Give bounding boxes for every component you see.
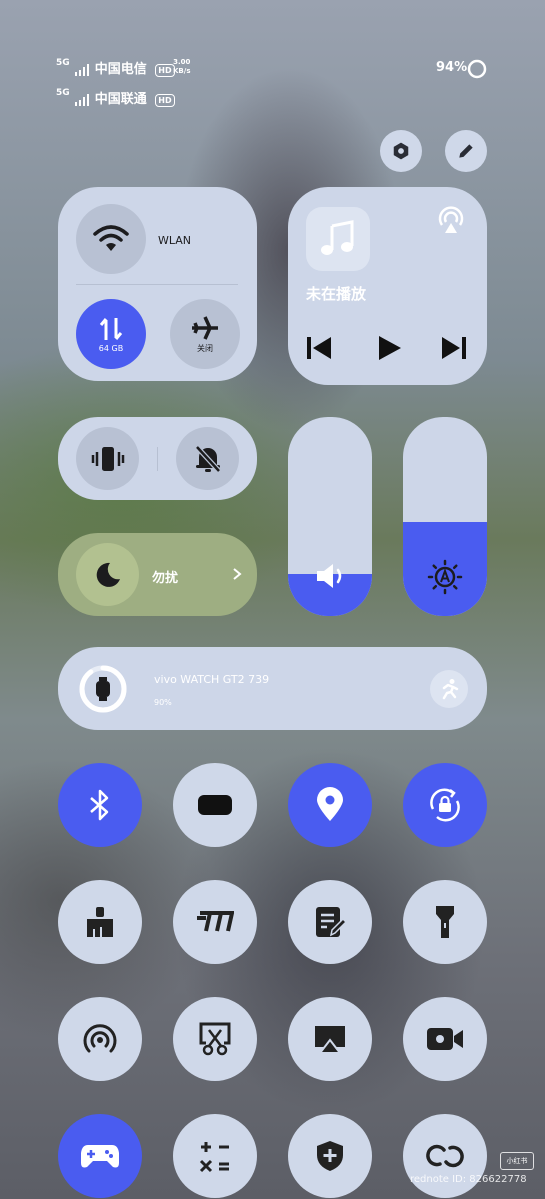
dnd-label: 勿扰 bbox=[152, 571, 179, 586]
network-type: 5G bbox=[56, 88, 70, 98]
rectangle-tile[interactable] bbox=[173, 763, 257, 847]
location-toggle[interactable] bbox=[288, 763, 372, 847]
dnd-toggle[interactable] bbox=[76, 543, 139, 606]
media-status: 未在播放 bbox=[306, 285, 367, 303]
sound-mode-panel bbox=[58, 417, 257, 500]
battery-ring-icon bbox=[467, 59, 487, 79]
vibrate-toggle[interactable] bbox=[76, 427, 139, 490]
note-tile[interactable] bbox=[288, 880, 372, 964]
airplane-icon bbox=[192, 315, 218, 340]
hd-badge: HD bbox=[155, 94, 175, 107]
mute-toggle[interactable] bbox=[176, 427, 239, 490]
media-panel: 未在播放 bbox=[288, 187, 487, 385]
auto-brightness-icon bbox=[427, 559, 463, 595]
game-tile[interactable] bbox=[58, 1114, 142, 1198]
watermark-logo: 小红书 bbox=[500, 1152, 534, 1170]
m-icon bbox=[197, 911, 234, 932]
rotation-lock-icon bbox=[430, 788, 460, 822]
next-icon[interactable] bbox=[441, 336, 467, 360]
music-note-icon bbox=[321, 220, 354, 255]
bluetooth-icon bbox=[90, 789, 109, 821]
note-icon bbox=[316, 907, 347, 937]
play-icon[interactable] bbox=[377, 335, 403, 361]
link-icon bbox=[426, 1144, 464, 1168]
divider bbox=[157, 447, 158, 471]
location-icon bbox=[317, 787, 343, 821]
connectivity-panel: WLAN 64 GB 关闭 bbox=[58, 187, 257, 381]
cleanup-tile[interactable] bbox=[58, 880, 142, 964]
screen-cast-icon bbox=[315, 1026, 345, 1054]
settings-button[interactable] bbox=[380, 130, 422, 172]
cast-icon[interactable] bbox=[436, 205, 466, 235]
previous-icon[interactable] bbox=[306, 336, 332, 360]
game-icon bbox=[81, 1145, 119, 1168]
edit-button[interactable] bbox=[445, 130, 487, 172]
wlan-label: WLAN bbox=[158, 234, 192, 247]
hotspot-icon bbox=[83, 1024, 117, 1053]
flashlight-tile[interactable] bbox=[403, 880, 487, 964]
volume-slider[interactable] bbox=[288, 417, 372, 616]
status-sim2: 5G 中国联通 HD bbox=[56, 88, 175, 107]
airplane-label: 关闭 bbox=[197, 343, 213, 353]
hotspot-tile[interactable] bbox=[58, 997, 142, 1081]
m-tile[interactable] bbox=[173, 880, 257, 964]
battery-percent: 94% bbox=[436, 60, 468, 75]
broom-icon bbox=[87, 907, 113, 937]
watch-icon bbox=[96, 677, 110, 701]
calculator-tile[interactable] bbox=[173, 1114, 257, 1198]
screenshot-icon bbox=[199, 1022, 231, 1056]
bluetooth-toggle[interactable] bbox=[58, 763, 142, 847]
dnd-panel[interactable]: 勿扰 bbox=[58, 533, 257, 616]
screen-record-icon bbox=[427, 1028, 463, 1050]
speaker-icon bbox=[317, 564, 342, 588]
security-tile[interactable] bbox=[288, 1114, 372, 1198]
album-art bbox=[306, 207, 370, 271]
device-panel[interactable]: vivo WATCH GT2 739 90% bbox=[58, 647, 487, 730]
airplane-toggle[interactable]: 关闭 bbox=[170, 299, 240, 369]
carrier-name: 中国联通 bbox=[94, 92, 147, 107]
watermark-id: rednote ID: 826622778 bbox=[410, 1174, 527, 1185]
hd-badge: HD bbox=[155, 64, 175, 77]
activity-button[interactable] bbox=[430, 670, 468, 708]
running-icon bbox=[442, 679, 459, 700]
vibrate-icon bbox=[91, 446, 124, 471]
security-icon bbox=[317, 1141, 343, 1171]
rotation-lock-toggle[interactable] bbox=[403, 763, 487, 847]
signal-icon bbox=[75, 63, 90, 76]
network-type: 5G bbox=[56, 58, 70, 68]
divider bbox=[76, 284, 238, 285]
rectangle-icon bbox=[198, 795, 232, 815]
wifi-icon bbox=[93, 225, 129, 251]
screenshot-tile[interactable] bbox=[173, 997, 257, 1081]
device-battery: 90% bbox=[154, 698, 172, 707]
data-usage: 64 GB bbox=[98, 343, 124, 353]
mobile-data-icon bbox=[99, 317, 123, 340]
calculator-icon bbox=[199, 1142, 229, 1173]
wlan-toggle[interactable] bbox=[76, 204, 146, 274]
speed-unit: KB/s bbox=[173, 67, 191, 75]
network-speed: 3.00 KB/s bbox=[173, 58, 190, 76]
status-sim1: 5G 中国电信 HD bbox=[56, 58, 175, 77]
gear-icon bbox=[393, 142, 409, 160]
link-tile[interactable] bbox=[403, 1114, 487, 1198]
screen-cast-tile[interactable] bbox=[288, 997, 372, 1081]
screen-record-tile[interactable] bbox=[403, 997, 487, 1081]
pencil-icon bbox=[459, 144, 473, 158]
device-name: vivo WATCH GT2 739 bbox=[154, 673, 270, 686]
carrier-name: 中国电信 bbox=[94, 62, 147, 77]
moon-icon bbox=[96, 562, 120, 587]
bell-off-icon bbox=[194, 444, 221, 473]
brightness-slider[interactable] bbox=[403, 417, 487, 616]
mobile-data-toggle[interactable]: 64 GB bbox=[76, 299, 146, 369]
speed-value: 3.00 bbox=[173, 58, 191, 66]
flashlight-icon bbox=[436, 906, 454, 938]
battery-status: 94% bbox=[436, 60, 467, 75]
signal-icon bbox=[75, 93, 90, 106]
chevron-right-icon bbox=[233, 568, 242, 580]
